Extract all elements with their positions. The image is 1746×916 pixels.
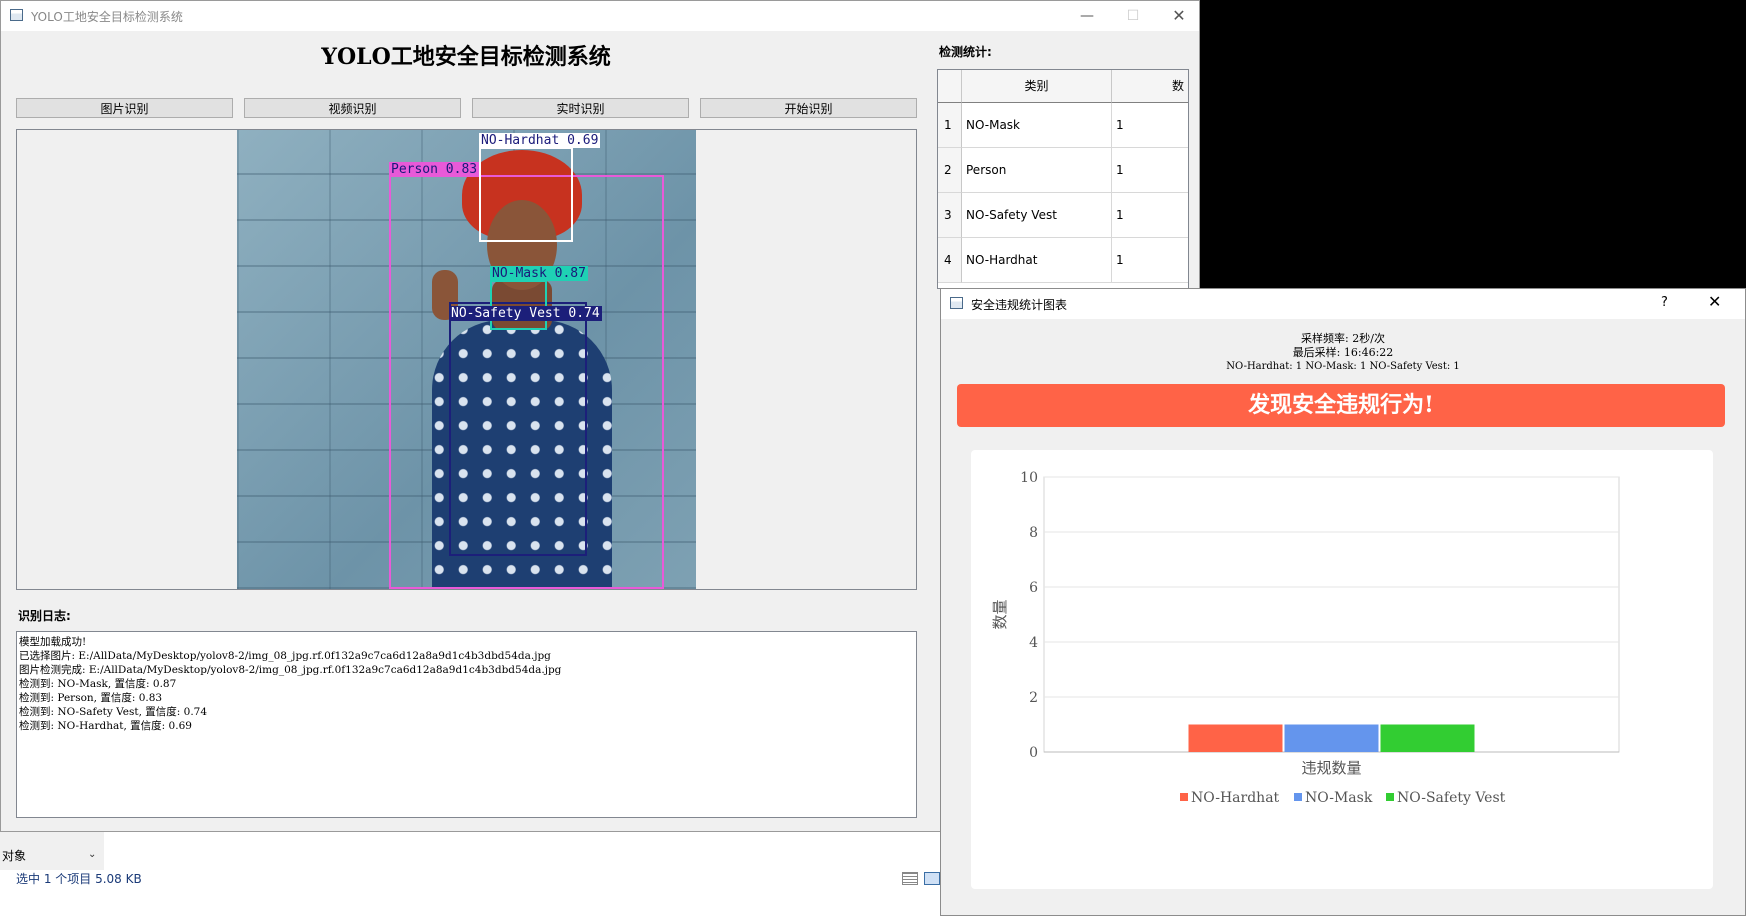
column-header-count[interactable]: 数: [1112, 70, 1188, 103]
legend-label: NO-Mask: [1305, 790, 1373, 806]
bar-no-safety-vest: [1380, 724, 1475, 752]
no-safety-vest-bounding-box: [449, 302, 587, 556]
violation-alert-banner: 发现安全违规行为!: [957, 384, 1725, 427]
no-safety-vest-label: NO-Safety Vest 0.74: [449, 306, 602, 321]
table-cell-category[interactable]: NO-Hardhat: [962, 238, 1112, 283]
log-line: 检测到: NO-Hardhat, 置信度: 0.69: [19, 720, 192, 732]
y-tick-label: 0: [1029, 745, 1038, 761]
table-cell-category[interactable]: NO-Safety Vest: [962, 193, 1112, 238]
log-line: 检测到: Person, 置信度: 0.83: [19, 692, 163, 704]
table-corner: [938, 70, 962, 103]
stats-heading: 检测统计:: [939, 45, 992, 59]
no-mask-label: NO-Mask 0.87: [490, 266, 588, 281]
table-cell-category[interactable]: Person: [962, 148, 1112, 193]
dialog-titlebar[interactable]: 安全违规统计图表 ? ✕: [941, 289, 1745, 319]
explorer-status-text: 选中 1 个项目 5.08 KB: [16, 872, 142, 886]
no-hardhat-label: NO-Hardhat 0.69: [479, 133, 601, 148]
page-title: YOLO工地安全目标检测系统: [321, 44, 611, 70]
plot-area: [1043, 476, 1620, 753]
person-label: Person 0.83: [389, 162, 480, 177]
legend-swatch: [1180, 793, 1188, 801]
violation-bar-chart: 0 2 4 6 8 10 数量违规数量 NO-Hardhat NO-Mask NO-Safety …: [991, 470, 1620, 806]
y-tick-label: 2: [1029, 690, 1038, 706]
last-sample-text: 最后采样: 16:46:22: [1292, 346, 1394, 359]
log-line: 已选择图片: E:/AllData/MyDesktop/yolov8-2/img…: [19, 650, 551, 662]
details-view-icon[interactable]: [902, 872, 918, 885]
realtime-detect-button[interactable]: 实时识别: [472, 98, 689, 118]
table-cell-category[interactable]: NO-Mask: [962, 103, 1112, 148]
image-detect-button[interactable]: 图片识别: [16, 98, 233, 118]
legend-label: NO-Safety Vest: [1397, 790, 1506, 806]
table-cell-count[interactable]: 1: [1112, 238, 1188, 283]
log-line: 检测到: NO-Safety Vest, 置信度: 0.74: [19, 706, 208, 718]
large-icons-view-icon[interactable]: [924, 872, 940, 885]
y-tick-label: 6: [1029, 580, 1038, 596]
row-index[interactable]: 1: [938, 103, 962, 148]
bar-no-mask: [1284, 724, 1379, 752]
sample-rate-text: 采样频率: 2秒/次: [1301, 332, 1385, 345]
y-axis-label: 数量: [991, 599, 1009, 629]
log-line: 模型加载成功!: [19, 636, 87, 648]
bar-no-hardhat: [1188, 724, 1283, 752]
minimize-icon[interactable]: —: [1064, 1, 1110, 31]
legend-swatch: [1386, 793, 1394, 801]
help-icon[interactable]: ?: [1661, 295, 1668, 310]
column-header-category[interactable]: 类别: [962, 70, 1112, 103]
start-detect-button[interactable]: 开始识别: [700, 98, 917, 118]
explorer-object-label[interactable]: 对象: [2, 847, 26, 864]
no-mask-bounding-box: [490, 280, 547, 330]
row-index[interactable]: 3: [938, 193, 962, 238]
y-tick-label: 8: [1029, 525, 1038, 541]
main-titlebar[interactable]: YOLO工地安全目标检测系统 — ☐ ✕: [1, 1, 1199, 31]
table-cell-count[interactable]: 1: [1112, 103, 1188, 148]
violation-summary-text: NO-Hardhat: 1 NO-Mask: 1 NO-Safety Vest:…: [1226, 361, 1460, 372]
y-tick-label: 4: [1029, 635, 1038, 651]
chevron-down-icon[interactable]: ⌄: [88, 849, 96, 860]
y-tick-label: 10: [1020, 470, 1038, 486]
video-detect-button[interactable]: 视频识别: [244, 98, 461, 118]
legend-swatch: [1294, 793, 1302, 801]
table-cell-count[interactable]: 1: [1112, 193, 1188, 238]
dialog-title: 安全违规统计图表: [971, 298, 1068, 312]
close-icon[interactable]: ✕: [1156, 1, 1202, 31]
detection-image: NO-Hardhat 0.69 Person 0.83 NO-Mask 0.87…: [237, 130, 696, 589]
maximize-icon[interactable]: ☐: [1110, 1, 1156, 31]
x-category-label: 违规数量: [1301, 759, 1361, 777]
explorer-background: [0, 825, 945, 916]
app-window-icon: [10, 9, 23, 21]
close-icon[interactable]: ✕: [1708, 292, 1721, 311]
violation-chart-dialog: 安全违规统计图表 ? ✕ 采样频率: 2秒/次 最后采样: 16:46:22 N…: [940, 288, 1746, 916]
row-index[interactable]: 2: [938, 148, 962, 193]
log-textarea[interactable]: 模型加载成功! 已选择图片: E:/AllData/MyDesktop/yolo…: [16, 631, 917, 818]
stats-table[interactable]: 类别 数 1 NO-Mask 1 2 Person 1 3 NO-Safety …: [937, 69, 1189, 289]
log-line: 图片检测完成: E:/AllData/MyDesktop/yolov8-2/im…: [19, 664, 562, 676]
chart-card: 0 2 4 6 8 10 数量违规数量 NO-Hardhat NO-Mask NO-Safety …: [971, 450, 1713, 889]
table-cell-count[interactable]: 1: [1112, 148, 1188, 193]
no-hardhat-bounding-box: [479, 147, 573, 242]
row-index[interactable]: 4: [938, 238, 962, 283]
window-title: YOLO工地安全目标检测系统: [31, 10, 183, 24]
log-heading: 识别日志:: [18, 609, 71, 623]
legend-label: NO-Hardhat: [1191, 790, 1280, 806]
dialog-window-icon: [950, 297, 963, 309]
log-line: 检测到: NO-Mask, 置信度: 0.87: [19, 678, 177, 690]
